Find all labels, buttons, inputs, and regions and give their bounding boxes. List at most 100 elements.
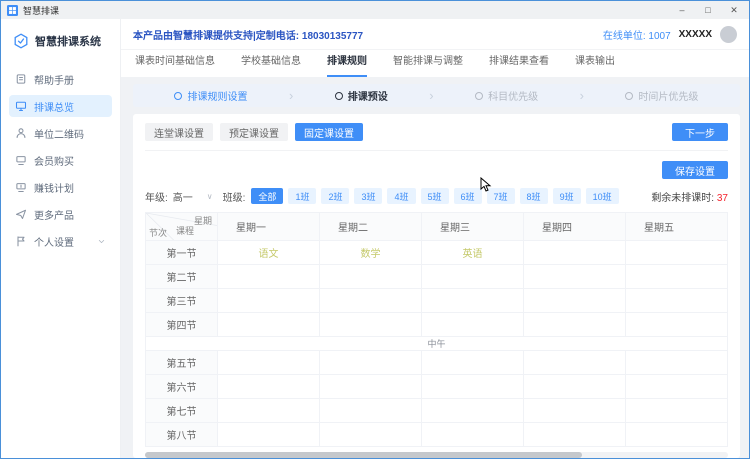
class-button-1[interactable]: 1班 xyxy=(288,188,317,204)
sidebar-item-help-manual[interactable]: 帮助手册 xyxy=(9,68,112,90)
sidebar-item-unit-qrcode[interactable]: 单位二维码 xyxy=(9,122,112,144)
timetable-cell[interactable] xyxy=(421,264,524,289)
step-label: 排课预设 xyxy=(347,92,388,103)
minimize-button[interactable]: – xyxy=(669,2,695,18)
timetable-cell[interactable] xyxy=(625,288,728,313)
timetable-cell[interactable] xyxy=(625,374,728,399)
save-settings-button[interactable]: 保存设置 xyxy=(662,161,728,179)
purchase-icon xyxy=(15,154,27,166)
timetable-cell[interactable] xyxy=(319,288,422,313)
app-window: 智慧排课 – □ ✕ 智慧排课系统 帮助手册 排课总览 单位二维码 会员购买 赚钱计划更… xyxy=(0,0,750,459)
tab-0[interactable]: 课表时间基础信息 xyxy=(135,52,215,77)
timetable-cell[interactable] xyxy=(625,398,728,423)
day-header-0: 星期一 xyxy=(217,212,320,241)
timetable-cell[interactable] xyxy=(421,288,524,313)
timetable-cell[interactable] xyxy=(319,422,422,447)
horizontal-scrollbar[interactable] xyxy=(145,452,728,458)
money-plan-icon xyxy=(15,181,27,193)
timetable-cell[interactable] xyxy=(523,240,626,265)
timetable-cell[interactable] xyxy=(625,350,728,375)
class-button-4[interactable]: 4班 xyxy=(387,188,416,204)
sidebar-item-earn-plan[interactable]: 赚钱计划 xyxy=(9,176,112,198)
sidebar-item-personal[interactable]: 个人设置 xyxy=(9,230,112,252)
chevron-down-icon: ∨ xyxy=(206,191,213,201)
timetable-cell[interactable]: 语文 xyxy=(217,240,320,265)
timetable-cell[interactable] xyxy=(421,312,524,337)
class-button-6[interactable]: 6班 xyxy=(453,188,482,204)
scrollbar-thumb[interactable] xyxy=(145,452,583,458)
timetable-cell[interactable] xyxy=(421,398,524,423)
sidebar-item-label: 更多产品 xyxy=(34,210,74,222)
timetable-cell[interactable] xyxy=(421,374,524,399)
timetable-cell[interactable] xyxy=(217,422,320,447)
timetable-cell[interactable] xyxy=(625,312,728,337)
class-button-5[interactable]: 5班 xyxy=(420,188,449,204)
timetable-cell[interactable] xyxy=(319,374,422,399)
grade-value: 高一 xyxy=(172,192,193,204)
timetable-cell[interactable] xyxy=(523,264,626,289)
next-step-button[interactable]: 下一步 xyxy=(672,123,728,141)
timetable-cell[interactable] xyxy=(421,422,524,447)
step-1[interactable]: 排课预设 xyxy=(334,88,388,103)
grade-label: 年级: xyxy=(145,192,168,204)
class-button-0[interactable]: 全部 xyxy=(251,188,284,204)
class-button-8[interactable]: 8班 xyxy=(519,188,548,204)
tab-2[interactable]: 排课规则 xyxy=(327,52,367,77)
timetable-cell[interactable] xyxy=(625,264,728,289)
timetable-cell[interactable] xyxy=(523,312,626,337)
monitor-icon xyxy=(15,100,27,112)
timetable-cell[interactable] xyxy=(523,398,626,423)
step-3[interactable]: 时间片优先级 xyxy=(625,88,698,103)
timetable-cell[interactable] xyxy=(217,312,320,337)
close-button[interactable]: ✕ xyxy=(721,2,747,18)
brand-name: 智慧排课系统 xyxy=(35,36,101,48)
timetable-cell[interactable] xyxy=(523,422,626,447)
sidebar-item-overview[interactable]: 排课总览 xyxy=(9,95,112,117)
step-2[interactable]: 科目优先级 xyxy=(475,88,538,103)
timetable-cell[interactable] xyxy=(421,350,524,375)
timetable-cell[interactable] xyxy=(319,398,422,423)
class-button-2[interactable]: 2班 xyxy=(321,188,350,204)
timetable-cell[interactable] xyxy=(625,240,728,265)
timetable-cell[interactable] xyxy=(523,288,626,313)
class-button-3[interactable]: 3班 xyxy=(354,188,383,204)
preset-tab-0[interactable]: 连堂课设置 xyxy=(145,123,213,141)
preset-tab-2[interactable]: 固定课设置 xyxy=(295,123,363,141)
class-button-9[interactable]: 9班 xyxy=(552,188,581,204)
timetable-cell[interactable] xyxy=(523,374,626,399)
remaining-hours-value: 37 xyxy=(716,192,728,204)
timetable-cell[interactable] xyxy=(625,422,728,447)
timetable-cell[interactable]: 数学 xyxy=(319,240,422,265)
timetable-cell[interactable] xyxy=(217,374,320,399)
sidebar-item-label: 会员购买 xyxy=(34,156,74,168)
tab-4[interactable]: 排课结果查看 xyxy=(489,52,549,77)
sidebar-item-member-buy[interactable]: 会员购买 xyxy=(9,149,112,171)
filter-row: 年级: 高一 ∨ 班级: 全部 1班 2班 3班 4班 5班 6班 7班 8班 9班 10班 剩余未… xyxy=(145,188,728,204)
step-0[interactable]: 排课规则设置 xyxy=(174,88,247,103)
tab-1[interactable]: 学校基础信息 xyxy=(241,52,301,77)
step-label: 科目优先级 xyxy=(488,92,539,103)
timetable-cell[interactable] xyxy=(217,398,320,423)
period-label-6: 第七节 xyxy=(145,398,218,423)
timetable-cell[interactable] xyxy=(217,288,320,313)
sidebar-item-more-products[interactable]: 更多产品 xyxy=(9,203,112,225)
timetable-cell[interactable]: 英语 xyxy=(421,240,524,265)
timetable-cell[interactable] xyxy=(319,264,422,289)
maximize-button[interactable]: □ xyxy=(695,2,721,18)
day-header-2: 星期三 xyxy=(421,212,524,241)
preset-tab-1[interactable]: 预定课设置 xyxy=(220,123,288,141)
tab-5[interactable]: 课表输出 xyxy=(575,52,615,77)
flag-icon xyxy=(15,235,27,247)
avatar[interactable] xyxy=(720,25,737,43)
app-icon xyxy=(7,4,18,16)
class-button-10[interactable]: 10班 xyxy=(585,188,619,204)
timetable-cell[interactable] xyxy=(217,350,320,375)
class-button-7[interactable]: 7班 xyxy=(486,188,515,204)
timetable-cell[interactable] xyxy=(523,350,626,375)
timetable-cell[interactable] xyxy=(319,350,422,375)
timetable-cell[interactable] xyxy=(217,264,320,289)
timetable-cell[interactable] xyxy=(319,312,422,337)
period-label-1: 第二节 xyxy=(145,264,218,289)
grade-select[interactable]: 高一 ∨ xyxy=(173,189,213,204)
tab-3[interactable]: 智能排课与调整 xyxy=(393,52,463,77)
